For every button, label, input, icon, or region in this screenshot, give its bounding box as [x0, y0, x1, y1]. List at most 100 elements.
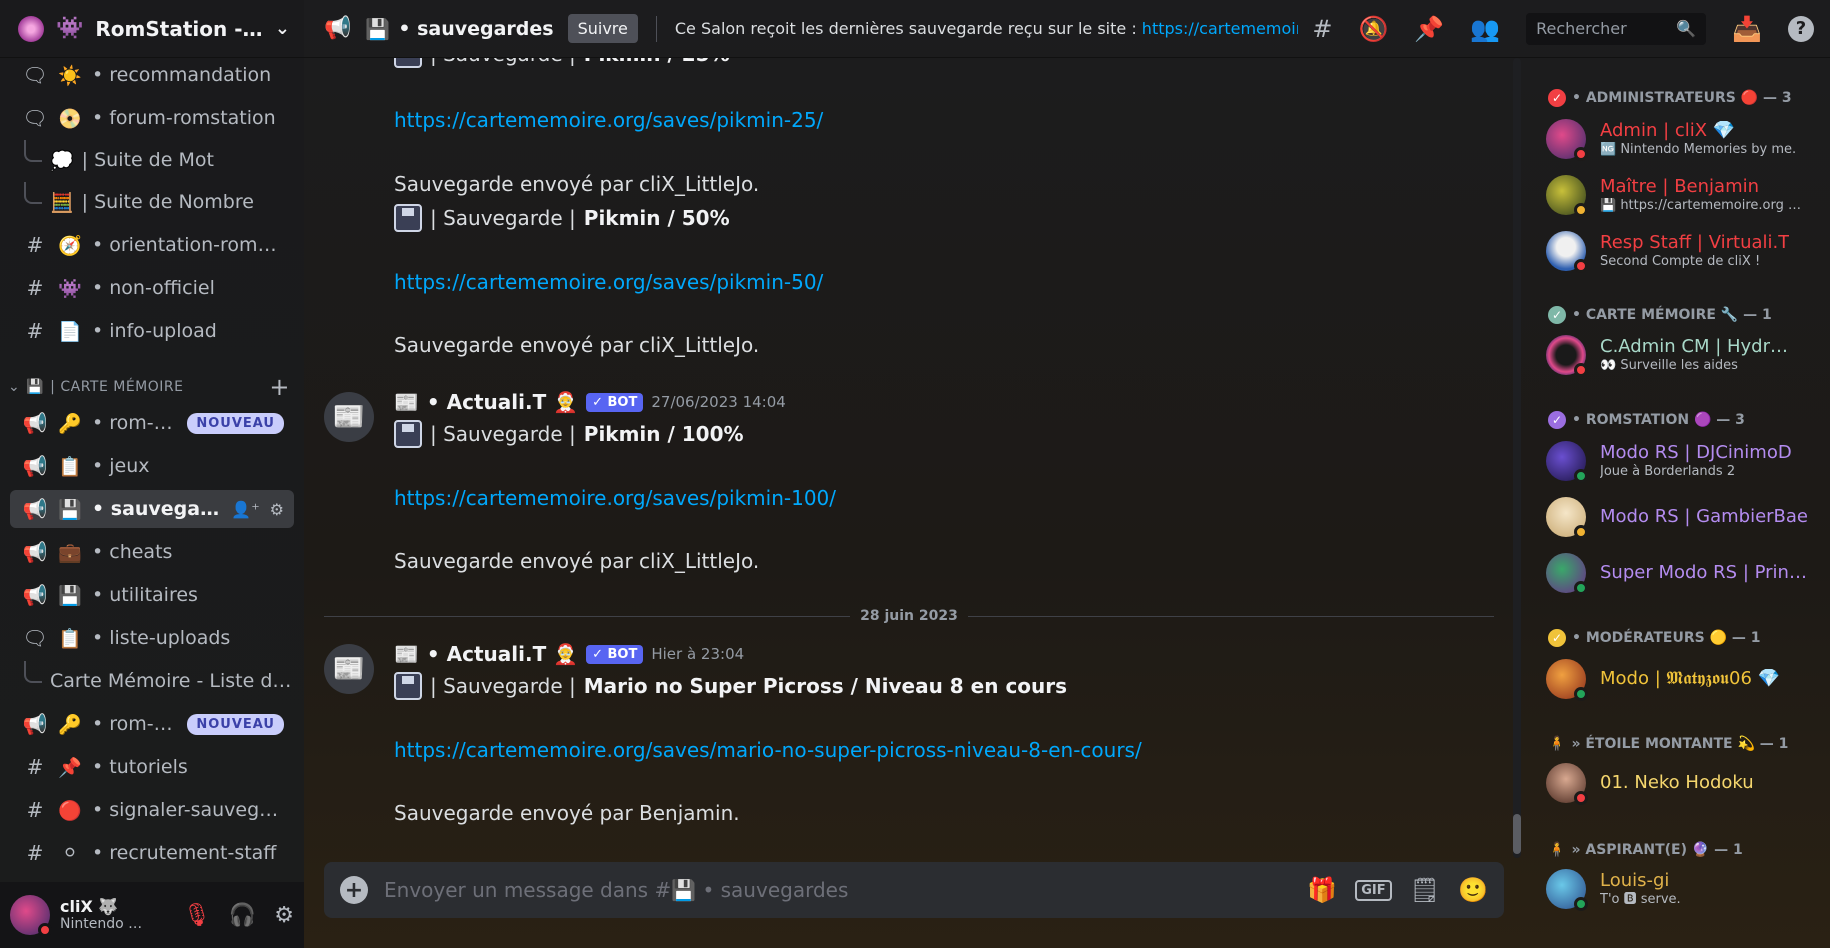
channel-emoji: 📀 — [58, 107, 82, 130]
member-item[interactable]: Maître | Benjamin 💾 https://cartememoire.… — [1546, 170, 1826, 220]
user-info[interactable]: cliX 🐺 Nintendo … — [60, 897, 173, 933]
channel-emoji: ☀️ — [58, 64, 82, 87]
channel-label: • signaler-sauvegarde — [92, 799, 284, 821]
channel-signaler-sauvegarde[interactable]: # 🔴 • signaler-sauvegarde — [10, 791, 294, 829]
sticker-icon[interactable]: 🗒 — [1410, 876, 1440, 904]
channel-liste-uploads[interactable]: 🗨 📋 • liste-uploads — [10, 619, 294, 657]
channel-info-upload[interactable]: # 📄 • info-upload — [10, 312, 294, 350]
save-link[interactable]: https://cartememoire.org/saves/pikmin-50… — [394, 270, 823, 294]
channel-jeux[interactable]: 📢 📋 • jeux — [10, 447, 294, 485]
thread-suite-de-mot[interactable]: 💭 | Suite de Mot — [24, 140, 294, 179]
topic-link[interactable]: https://cartememoire.org/ — [1142, 19, 1299, 38]
member-status: 💾 https://cartememoire.org … — [1600, 198, 1802, 214]
floppy-emoji: 💾 — [365, 16, 391, 41]
channel-orientation[interactable]: # 🧭 • orientation-romsta… — [10, 226, 294, 264]
message-author[interactable]: • Actuali.T 🤶 — [427, 642, 578, 666]
user-status: Nintendo … — [60, 916, 143, 933]
member-item[interactable]: Modo | 𝕸𝖆𝖙𝖞𝖟𝖔𝖚06 💎 — [1546, 654, 1826, 704]
status-indicator — [1574, 897, 1588, 911]
gif-icon[interactable]: GIF — [1355, 879, 1392, 901]
avatar — [1546, 497, 1588, 539]
invader-icon: 👾 — [56, 16, 84, 41]
avatar — [1546, 869, 1588, 911]
member-list: ✓ • ADMINISTRATEURS 🔴 — 3 Admin | cliX 💎 🆖… — [1528, 58, 1830, 948]
channel-topic[interactable]: Ce Salon reçoit les dernières sauvegarde… — [675, 19, 1298, 38]
member-name: 01. Neko Hodoku — [1600, 771, 1754, 793]
search-input[interactable]: Rechercher 🔍 — [1526, 12, 1707, 45]
mute-bell-icon[interactable]: 🔕 — [1358, 15, 1388, 43]
member-item[interactable]: Louis-gi T'o 🅱 serve. — [1546, 864, 1826, 914]
new-badge: NOUVEAU — [187, 713, 284, 735]
member-name: Modo RS | DJCinimoD — [1600, 441, 1792, 463]
save-link[interactable]: https://cartememoire.org/saves/pikmin-10… — [394, 486, 836, 510]
status-indicator — [1574, 363, 1588, 377]
status-indicator — [1574, 469, 1588, 483]
member-item[interactable]: Modo RS | GambierBae — [1546, 492, 1826, 542]
inbox-icon[interactable]: 📥 — [1732, 15, 1762, 43]
channel-cheats[interactable]: 📢 💼 • cheats — [10, 533, 294, 571]
gear-icon[interactable]: ⚙ — [270, 500, 284, 519]
member-item[interactable]: Modo RS | DJCinimoD Joue à Borderlands 2 — [1546, 436, 1826, 486]
scrollbar-thumb[interactable] — [1513, 814, 1521, 854]
help-icon[interactable]: ? — [1788, 15, 1814, 42]
category-carte-memoire[interactable]: ⌄ 💾 | CARTE MÉMOIRE + — [8, 372, 294, 402]
emoji-icon[interactable]: 🙂 — [1458, 876, 1488, 904]
channel-rom-iso[interactable]: 📢 🔑 • rom-iso NOUVEAU — [10, 404, 294, 442]
channel-label: Carte Mémoire - Liste de… — [50, 670, 294, 692]
gear-icon[interactable]: ⚙ — [274, 903, 294, 928]
avatar[interactable]: 📰 — [324, 392, 374, 442]
mic-muted-icon[interactable]: 🎙 — [183, 903, 211, 928]
channel-recrutement-staff[interactable]: # ⚪ • recrutement-staff — [10, 834, 294, 872]
thread-suite-de-nombre[interactable]: 🧮 | Suite de Nombre — [24, 182, 294, 221]
members-icon[interactable]: 👥 — [1470, 15, 1500, 43]
user-panel: cliX 🐺 Nintendo … 🎙 🎧 ⚙ — [0, 882, 304, 948]
message-author[interactable]: • Actuali.T 🤶 — [427, 390, 578, 414]
channel-utilitaires[interactable]: 📢 💾 • utilitaires — [10, 576, 294, 614]
channel-rom-iso-2[interactable]: 📢 🔑 • rom-iso NOUVEAU — [10, 705, 294, 743]
channel-label: | Suite de Mot — [81, 149, 214, 171]
server-header[interactable]: 👾 RomStation - Car… ⌄ — [0, 0, 304, 58]
role-header-label: • ADMINISTRATEURS 🔴 — 3 — [1572, 90, 1792, 106]
add-attachment-button[interactable]: + — [340, 876, 368, 904]
member-status: Second Compte de cliX ! — [1600, 254, 1761, 270]
add-channel-icon[interactable]: + — [269, 373, 290, 401]
invite-icon[interactable]: 👤⁺ — [231, 500, 259, 519]
channel-forum-romstation[interactable]: 🗨 📀 • forum-romstation — [10, 99, 294, 137]
channel-label: • forum-romstation — [92, 107, 276, 129]
channel-emoji: 💾 — [58, 498, 82, 521]
headphones-icon[interactable]: 🎧 — [229, 903, 256, 928]
megaphone-icon: 📢 — [324, 16, 352, 41]
message-input[interactable]: Envoyer un message dans #💾 • sauvegardes — [384, 878, 1291, 902]
avatar[interactable]: 📰 — [324, 644, 374, 694]
message-timestamp: 27/06/2023 14:04 — [651, 393, 786, 411]
member-status: 🆖 Nintendo Memories by me. — [1600, 142, 1797, 158]
follow-button[interactable]: Suivre — [567, 14, 638, 43]
save-link[interactable]: https://cartememoire.org/saves/mario-no-… — [394, 738, 1142, 762]
member-item[interactable]: Super Modo RS | Prin… — [1546, 548, 1826, 598]
avatar[interactable] — [10, 895, 52, 937]
member-item[interactable]: 01. Neko Hodoku — [1546, 758, 1826, 808]
gift-icon[interactable]: 🎁 — [1307, 876, 1337, 904]
channel-recommandation[interactable]: 🗨 ☀️ • recommandation — [10, 56, 294, 94]
channel-emoji: 🔑 — [58, 412, 82, 435]
member-item[interactable]: C.Admin CM | Hydr… 👀 Surveille les aides — [1546, 330, 1826, 380]
person-emoji-icon: 🧍 — [1548, 736, 1566, 752]
save-link[interactable]: https://cartememoire.org/saves/pikmin-25… — [394, 108, 823, 132]
channel-label: • cheats — [92, 541, 173, 563]
member-item[interactable]: Resp Staff | Virtuali.T Second Compte de … — [1546, 226, 1826, 276]
message-header: 📰 • Actuali.T 🤶 ✓ BOT Hier à 23:04 — [394, 642, 744, 666]
channel-tutoriels[interactable]: # 📌 • tutoriels — [10, 748, 294, 786]
channel-sauvegardes[interactable]: 📢 💾 • sauvegardes 👤⁺ ⚙ — [10, 490, 294, 528]
channel-emoji: 👾 — [58, 277, 82, 300]
role-header-label: » ASPIRANT(E) 🔮 — 1 — [1571, 842, 1743, 858]
channel-non-officiel[interactable]: # 👾 • non-officiel — [10, 269, 294, 307]
threads-icon[interactable]: # — [1312, 15, 1332, 43]
member-item[interactable]: Admin | cliX 💎 🆖 Nintendo Memories by me. — [1546, 114, 1826, 164]
scrollbar[interactable] — [1513, 58, 1521, 858]
role-header-label: » ÉTOILE MONTANTE 💫 — 1 — [1571, 736, 1789, 752]
pin-icon[interactable]: 📌 — [1414, 15, 1444, 43]
channel-emoji: 📋 — [58, 455, 82, 478]
thread-carte-memoire-liste[interactable]: Carte Mémoire - Liste de… — [24, 661, 294, 700]
avatar — [1546, 231, 1588, 273]
megaphone-icon: 📢 — [22, 497, 48, 521]
